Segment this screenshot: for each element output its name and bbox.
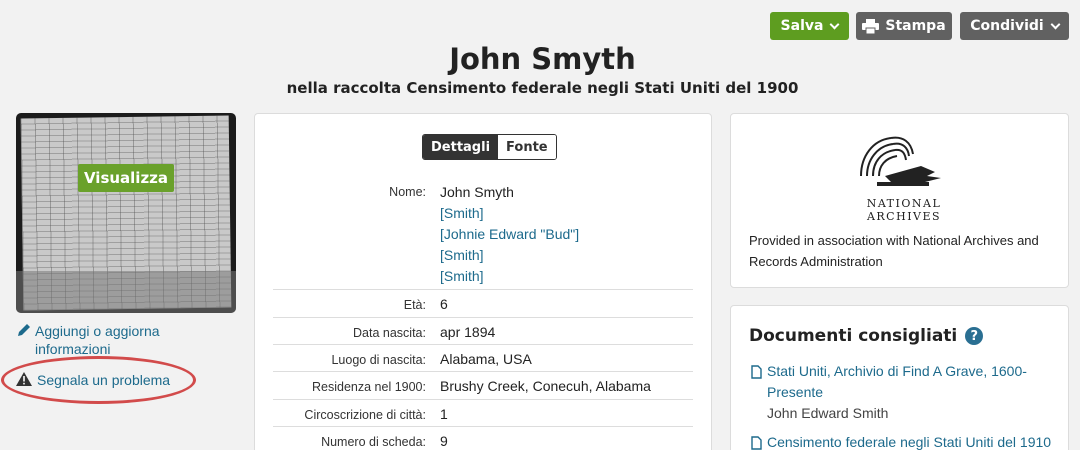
archive-panel: NATIONAL ARCHIVES Provided in associatio… — [730, 113, 1069, 288]
row-value: Brushy Creek, Conecuh, Alabama — [440, 378, 651, 394]
printer-icon — [862, 18, 880, 34]
detail-row: Data nascita: apr 1894 — [273, 317, 693, 345]
print-label: Stampa — [885, 18, 946, 34]
tab-source[interactable]: Fonte — [498, 135, 556, 159]
edit-info-link[interactable]: Aggiungi o aggiorna informazioni — [35, 322, 175, 358]
row-value: 9 — [440, 433, 448, 449]
detail-row: Residenza nel 1900: Brushy Creek, Conecu… — [273, 371, 693, 399]
name-values: John Smyth [Smith] [Johnie Edward "Bud"]… — [440, 182, 579, 287]
row-value: 1 — [440, 406, 448, 422]
collection-subtitle: nella raccolta Censimento federale negli… — [286, 79, 799, 97]
highlight-ellipse — [1, 356, 196, 404]
recommended-panel: Documenti consigliati ? Stati Uniti, Arc… — [730, 305, 1069, 450]
alternate-name-link[interactable]: [Smith] — [440, 203, 579, 224]
document-icon — [751, 365, 762, 379]
print-button[interactable]: Stampa — [856, 12, 952, 40]
tab-details[interactable]: Dettagli — [423, 135, 499, 159]
row-label: Residenza nel 1900: — [312, 380, 426, 394]
page-title: John Smyth — [449, 42, 636, 76]
recommended-record-person: John Edward Smith — [767, 405, 889, 421]
save-button[interactable]: Salva — [770, 12, 849, 40]
edit-info-label: Aggiungi o aggiorna informazioni — [35, 323, 160, 357]
recommended-title: Documenti consigliati — [749, 326, 958, 346]
alternate-name-link[interactable]: [Smith] — [440, 245, 579, 266]
detail-row: Numero di scheda: 9 — [273, 426, 693, 450]
logo-line-2: ARCHIVES — [866, 210, 942, 223]
row-label: Età: — [403, 298, 426, 312]
recommended-record-link[interactable]: Censimento federale negli Stati Uniti de… — [767, 432, 1057, 450]
save-label: Salva — [780, 18, 824, 34]
archives-logo-text: NATIONAL ARCHIVES — [864, 197, 944, 223]
details-source-toggle: Dettagli Fonte — [422, 134, 557, 160]
archive-description: Provided in association with National Ar… — [749, 233, 1039, 269]
record-thumbnail[interactable] — [16, 113, 236, 313]
row-label: Circoscrizione di città: — [304, 408, 426, 422]
name-label: Nome: — [389, 185, 426, 199]
share-label: Condividi — [970, 18, 1044, 34]
row-label: Numero di scheda: — [321, 435, 426, 449]
detail-row: Età: 6 — [273, 289, 693, 317]
row-value: 6 — [440, 296, 448, 312]
alternate-name-link[interactable]: [Smith] — [440, 266, 579, 287]
recommended-record-link[interactable]: Stati Uniti, Archivio di Find A Grave, 1… — [767, 361, 1057, 403]
row-label: Luogo di nascita: — [331, 353, 426, 367]
row-value: apr 1894 — [440, 324, 496, 340]
primary-name: John Smyth — [440, 184, 514, 200]
view-image-button[interactable]: Visualizza — [78, 164, 174, 192]
thumbnail-overlay — [16, 271, 236, 313]
document-icon — [751, 436, 762, 450]
row-value: Alabama, USA — [440, 351, 532, 367]
row-label: Data nascita: — [353, 326, 426, 340]
alternate-name-link[interactable]: [Johnie Edward "Bud"] — [440, 224, 579, 245]
pencil-icon — [18, 324, 30, 336]
logo-line-1: NATIONAL — [866, 197, 942, 210]
share-button[interactable]: Condividi — [960, 12, 1069, 40]
details-panel: Dettagli Fonte Nome: John Smyth [Smith] … — [254, 113, 712, 450]
detail-row: Luogo di nascita: Alabama, USA — [273, 344, 693, 372]
recommended-heading: Documenti consigliati ? — [749, 326, 984, 346]
national-archives-eagle-logo — [860, 136, 941, 186]
chevron-down-icon — [1050, 19, 1061, 29]
help-icon[interactable]: ? — [965, 327, 984, 345]
chevron-down-icon — [830, 19, 840, 29]
detail-row: Circoscrizione di città: 1 — [273, 399, 693, 427]
